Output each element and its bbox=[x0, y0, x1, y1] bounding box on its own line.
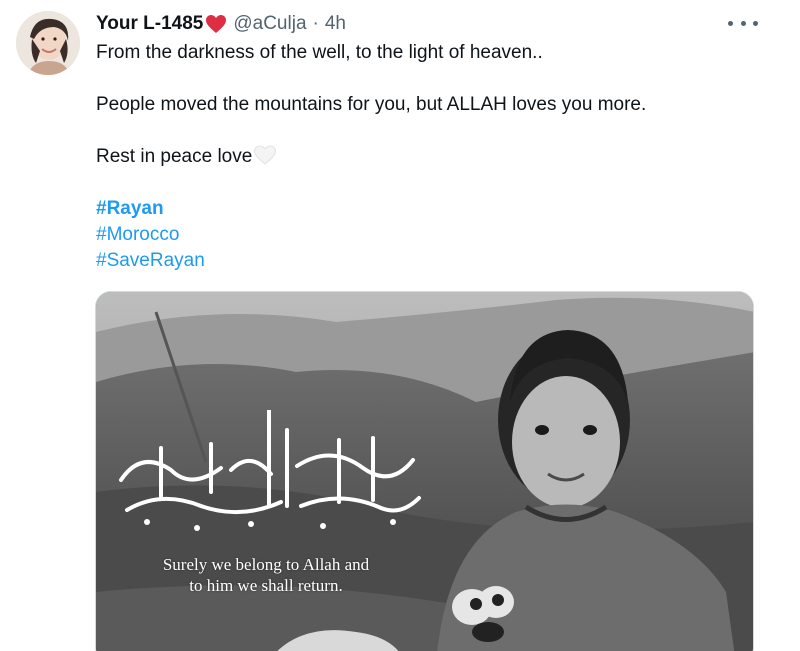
caption-line: to him we shall return. bbox=[189, 576, 343, 595]
tweet-text: From the darkness of the well, to the li… bbox=[96, 40, 756, 274]
separator-dot: · bbox=[312, 13, 319, 34]
red-heart-icon bbox=[205, 14, 227, 34]
hashtag-saverayan[interactable]: #SaveRayan bbox=[96, 248, 756, 274]
timestamp[interactable]: 4h bbox=[325, 10, 346, 38]
avatar[interactable] bbox=[16, 11, 80, 75]
tweet-text-segment: Rest in peace love bbox=[96, 146, 253, 167]
tweet-text-line: Rest in peace love bbox=[96, 144, 756, 170]
tweet-content: Your L-1485 @aCulja · 4h From the darkne… bbox=[96, 10, 756, 274]
hashtag-rayan[interactable]: #Rayan bbox=[96, 196, 756, 222]
tweet-media-image[interactable]: إنا لله وإنا إليه راجعون Surely we belon… bbox=[95, 291, 754, 651]
hashtag-morocco[interactable]: #Morocco bbox=[96, 222, 756, 248]
white-heart-icon bbox=[253, 145, 277, 165]
tweet-text-line: From the darkness of the well, to the li… bbox=[96, 42, 543, 63]
user-handle[interactable]: @aCulja bbox=[233, 10, 306, 38]
tweet[interactable]: Your L-1485 @aCulja · 4h From the darkne… bbox=[0, 0, 800, 651]
media-caption: Surely we belong to Allah and to him we … bbox=[136, 554, 396, 596]
arabic-calligraphy: إنا لله وإنا إليه راجعون bbox=[119, 410, 421, 540]
arabic-text: إنا لله وإنا إليه راجعون bbox=[220, 530, 312, 540]
more-icon[interactable] bbox=[728, 12, 758, 34]
caption-line: Surely we belong to Allah and bbox=[162, 555, 370, 574]
tweet-header: Your L-1485 @aCulja · 4h bbox=[96, 10, 756, 38]
display-name[interactable]: Your L-1485 bbox=[96, 10, 203, 38]
tweet-text-line: People moved the mountains for you, but … bbox=[96, 94, 647, 115]
